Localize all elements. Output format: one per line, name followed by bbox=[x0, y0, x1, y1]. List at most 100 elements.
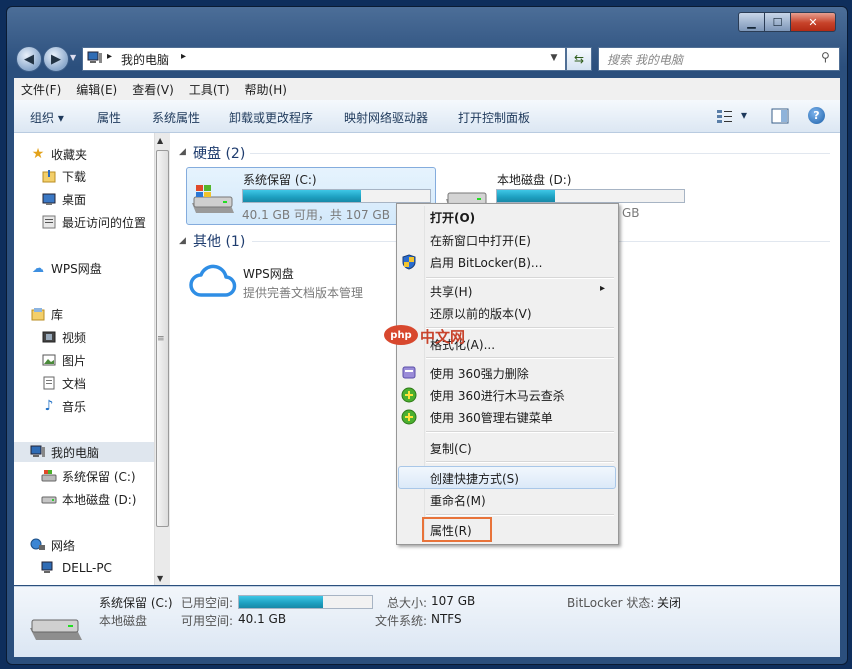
nav-favorites[interactable]: ★ 收藏夹 bbox=[30, 144, 170, 164]
address-dropdown-button[interactable]: ▼ bbox=[546, 48, 562, 68]
status-fs-value: NTFS bbox=[431, 612, 462, 626]
system-properties-button[interactable]: 系统属性 bbox=[152, 109, 200, 126]
refresh-button[interactable]: ⇆ bbox=[566, 47, 592, 71]
drive-c-usage-bar bbox=[242, 189, 431, 203]
organize-button[interactable]: 组织 ▾ bbox=[30, 109, 64, 126]
menu-tools[interactable]: 工具(T) bbox=[182, 81, 238, 98]
drive-c-large-icon bbox=[28, 606, 84, 646]
drive-d-usage-bar bbox=[496, 189, 685, 203]
drive-c-usage-fill bbox=[243, 190, 361, 202]
status-bitlocker-label: BitLocker 状态: bbox=[567, 596, 655, 610]
menu-open-new-window[interactable]: 在新窗口中打开(E) bbox=[430, 232, 531, 249]
map-network-drive-button[interactable]: 映射网络驱动器 bbox=[344, 109, 428, 126]
nav-label: 音乐 bbox=[62, 399, 87, 414]
desktop-icon bbox=[41, 191, 57, 207]
nav-network[interactable]: 网络 bbox=[30, 535, 170, 555]
search-icon[interactable]: ⚲ bbox=[821, 50, 830, 64]
group-divider bbox=[250, 153, 830, 154]
help-icon[interactable]: ? bbox=[808, 107, 825, 124]
menu-separator bbox=[426, 514, 614, 516]
computer-icon bbox=[87, 51, 103, 65]
menu-share[interactable]: 共享(H) bbox=[430, 283, 472, 300]
menu-create-shortcut[interactable]: 创建快捷方式(S) bbox=[430, 470, 519, 487]
menu-rename[interactable]: 重命名(M) bbox=[430, 492, 486, 509]
menu-enable-bitlocker[interactable]: 启用 BitLocker(B)... bbox=[430, 254, 542, 271]
recent-pages-dropdown[interactable]: ▼ bbox=[70, 53, 76, 62]
status-usage-fill bbox=[239, 596, 323, 608]
wps-cloud-icon[interactable] bbox=[189, 262, 237, 300]
menu-edit[interactable]: 编辑(E) bbox=[69, 81, 125, 98]
status-fs-label: 文件系统: bbox=[375, 614, 428, 628]
computer-icon bbox=[30, 444, 46, 460]
maximize-button[interactable]: ☐ bbox=[764, 12, 791, 32]
drive-c-icon bbox=[190, 183, 236, 219]
collapse-arrow-icon[interactable]: ◢ bbox=[179, 236, 186, 246]
uninstall-program-button[interactable]: 卸载或更改程序 bbox=[229, 109, 313, 126]
drive-c-name: 系统保留 (C:) bbox=[243, 173, 317, 187]
menu-view[interactable]: 查看(V) bbox=[125, 81, 182, 98]
menu-properties[interactable]: 属性(R) bbox=[430, 522, 472, 539]
breadcrumb-item[interactable]: 我的电脑 bbox=[121, 51, 169, 68]
nav-computer[interactable]: 我的电脑 bbox=[14, 442, 154, 462]
status-drive-type: 本地磁盘 bbox=[99, 614, 148, 628]
nav-library[interactable]: 库 bbox=[30, 304, 170, 324]
php-watermark-logo: php bbox=[384, 325, 418, 345]
status-free-value: 40.1 GB bbox=[238, 612, 287, 626]
collapse-arrow-icon[interactable]: ◢ bbox=[179, 147, 186, 157]
view-dropdown-arrow[interactable]: ▾ bbox=[741, 108, 747, 122]
star-icon: ★ bbox=[31, 146, 45, 162]
menu-file[interactable]: 文件(F) bbox=[14, 81, 69, 98]
recent-places-icon bbox=[41, 214, 57, 230]
nav-label: 视频 bbox=[62, 330, 87, 345]
status-bitlocker-value: 关闭 bbox=[657, 596, 682, 610]
drive-c-detail: 40.1 GB 可用，共 107 GB bbox=[242, 208, 390, 222]
nav-label: 图片 bbox=[62, 353, 87, 368]
menu-360-manage[interactable]: 使用 360管理右键菜单 bbox=[430, 409, 553, 426]
search-box[interactable]: 搜索 我的电脑 ⚲ bbox=[598, 47, 840, 71]
forward-button[interactable]: ▶ bbox=[43, 46, 69, 72]
other-group-header[interactable]: 其他 (1) bbox=[193, 231, 245, 251]
nav-label: 最近访问的位置 bbox=[62, 215, 147, 230]
scroll-up-arrow[interactable]: ▲ bbox=[157, 136, 163, 145]
360-shred-icon bbox=[401, 365, 417, 381]
nav-label: DELL-PC bbox=[62, 561, 112, 575]
open-control-panel-button[interactable]: 打开控制面板 bbox=[458, 109, 530, 126]
close-button[interactable]: ✕ bbox=[790, 12, 836, 32]
nav-label: WPS网盘 bbox=[51, 261, 102, 276]
address-bar[interactable]: ▸ 我的电脑 ▸ bbox=[82, 47, 566, 71]
nav-label: 网络 bbox=[51, 538, 76, 553]
hdd-group-header[interactable]: 硬盘 (2) bbox=[193, 143, 245, 163]
status-free-label: 可用空间: bbox=[181, 614, 234, 628]
minimize-button[interactable]: ▁ bbox=[738, 12, 765, 32]
scroll-down-arrow[interactable]: ▼ bbox=[157, 574, 163, 583]
360-scan-icon bbox=[401, 387, 417, 403]
nav-wps[interactable]: ☁ WPS网盘 bbox=[30, 258, 170, 278]
back-button[interactable]: ◀ bbox=[16, 46, 42, 72]
menu-360-scan[interactable]: 使用 360进行木马云查杀 bbox=[430, 387, 565, 404]
menu-help[interactable]: 帮助(H) bbox=[238, 81, 295, 98]
menu-restore-previous[interactable]: 还原以前的版本(V) bbox=[430, 305, 532, 322]
menu-360-delete[interactable]: 使用 360强力删除 bbox=[430, 365, 529, 382]
submenu-arrow-icon: ▸ bbox=[600, 283, 606, 294]
cloud-icon: ☁ bbox=[32, 261, 44, 275]
nav-label: 系统保留 (C:) bbox=[62, 469, 136, 484]
properties-button[interactable]: 属性 bbox=[97, 109, 121, 126]
menu-bar: 文件(F) 编辑(E) 查看(V) 工具(T) 帮助(H) bbox=[14, 78, 840, 100]
status-used-label: 已用空间: bbox=[181, 596, 234, 610]
wps-description: 提供完善文档版本管理 bbox=[243, 286, 364, 300]
drive-c-icon bbox=[41, 468, 57, 484]
menu-open[interactable]: 打开(O) bbox=[430, 209, 475, 226]
view-options-icon[interactable] bbox=[716, 108, 734, 124]
picture-icon bbox=[41, 352, 57, 368]
watermark-text: 中文网 bbox=[420, 328, 466, 346]
nav-label: 下载 bbox=[62, 169, 87, 184]
drive-d-icon bbox=[41, 491, 57, 507]
preview-pane-icon[interactable] bbox=[771, 108, 789, 124]
nav-label: 文档 bbox=[62, 376, 87, 391]
search-placeholder: 搜索 我的电脑 bbox=[607, 53, 683, 67]
status-drive-name: 系统保留 (C:) bbox=[99, 596, 173, 610]
video-icon bbox=[41, 329, 57, 345]
drive-d-name: 本地磁盘 (D:) bbox=[497, 173, 572, 187]
360-manage-icon bbox=[401, 409, 417, 425]
menu-copy[interactable]: 复制(C) bbox=[430, 440, 472, 457]
